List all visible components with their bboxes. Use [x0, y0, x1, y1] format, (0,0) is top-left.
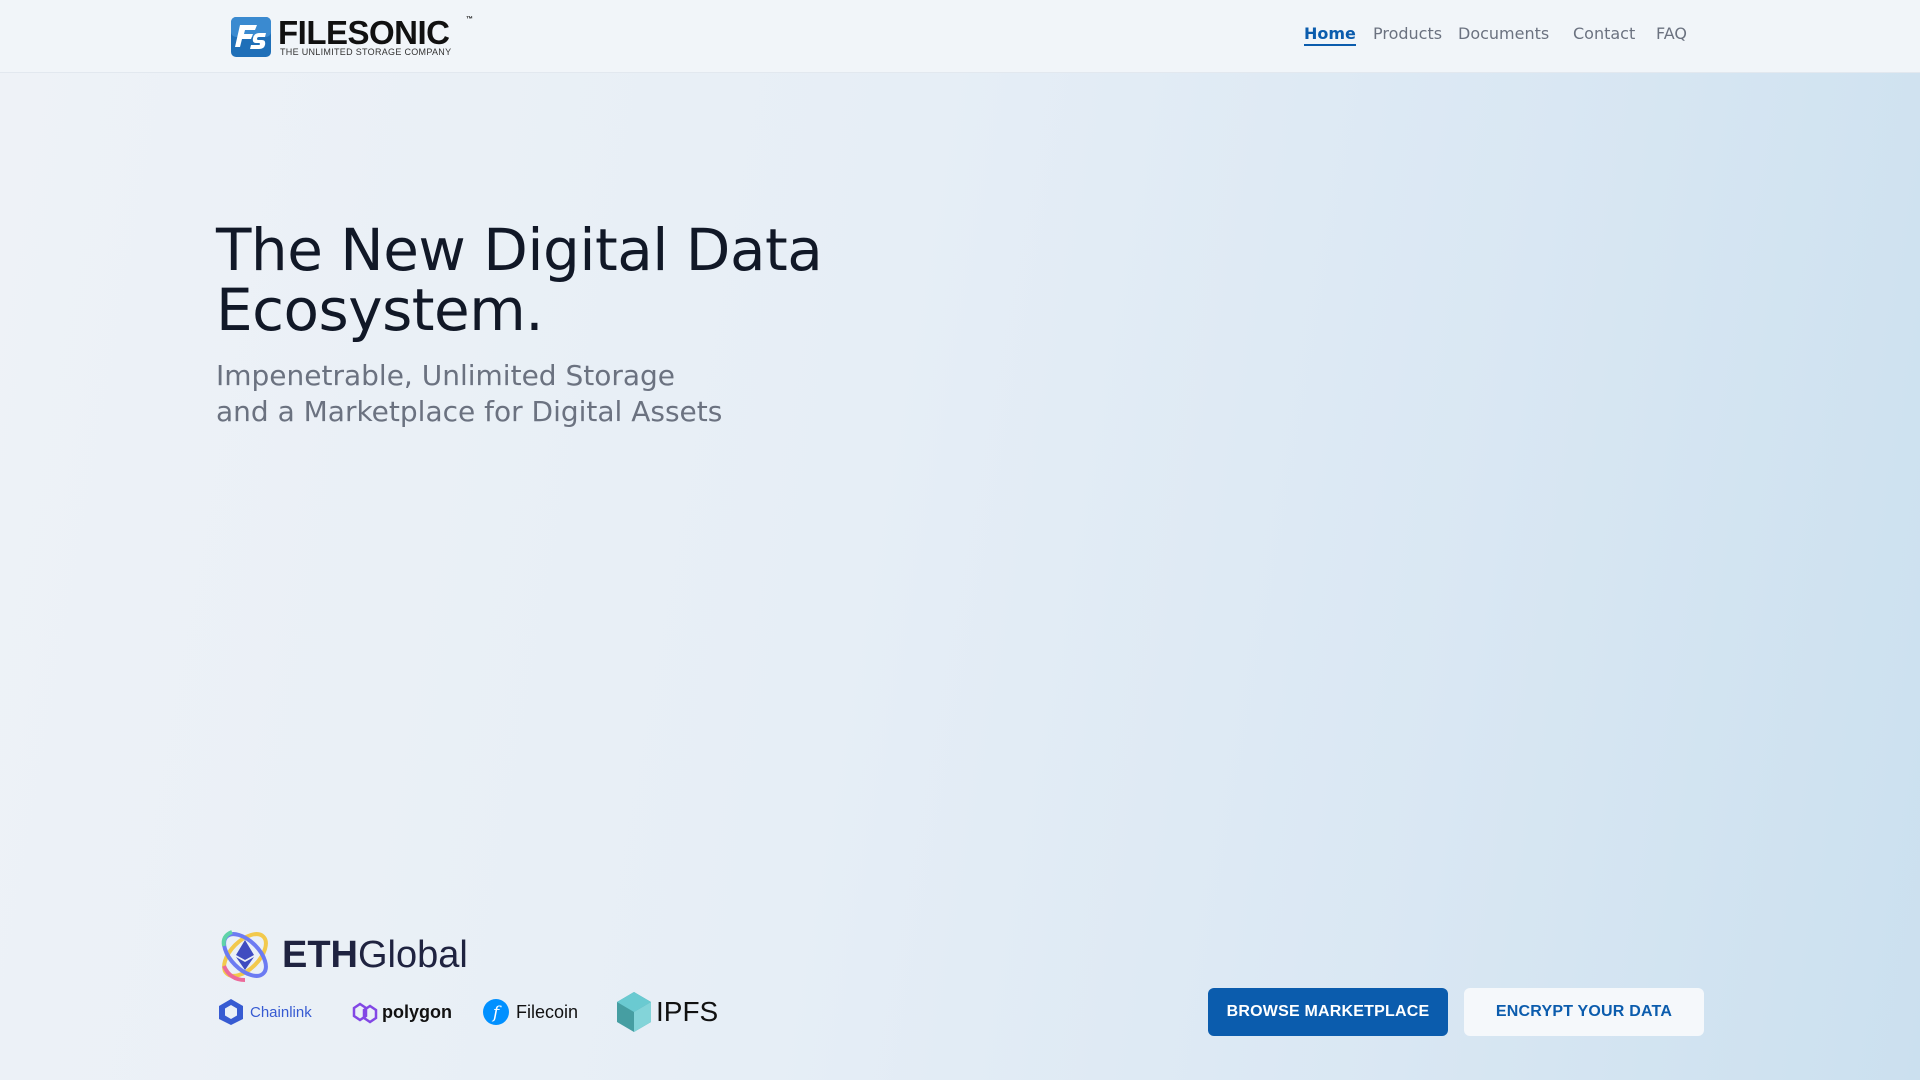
- filesonic-logo-icon: [231, 17, 271, 57]
- main-nav: Home Products Documents Contact FAQ: [1304, 24, 1704, 48]
- nav-products[interactable]: Products: [1373, 24, 1442, 43]
- chainlink-label: Chainlink: [250, 1004, 312, 1021]
- partner-logos: Chainlink polygon f Filecoin IPFS: [216, 990, 736, 1034]
- hero-subtitle-line1: Impenetrable, Unlimited Storage: [216, 359, 676, 392]
- partner-ipfs: IPFS: [616, 990, 726, 1034]
- chainlink-icon: [219, 999, 243, 1025]
- encrypt-your-data-button[interactable]: ENCRYPT YOUR DATA: [1464, 988, 1704, 1036]
- hero-subtitle: Impenetrable, Unlimited Storage and a Ma…: [216, 358, 916, 430]
- logo-trademark: ™: [466, 16, 473, 23]
- hero-title: The New Digital Data Ecosystem.: [216, 220, 916, 340]
- ethglobal-logo: ETHGlobal: [216, 926, 486, 986]
- hero-subtitle-line2: and a Marketplace for Digital Assets: [216, 395, 723, 428]
- nav-documents[interactable]: Documents: [1458, 24, 1549, 43]
- top-navbar: FILESONIC ™ THE UNLIMITED STORAGE COMPAN…: [0, 0, 1920, 73]
- logo-tagline: THE UNLIMITED STORAGE COMPANY: [280, 47, 452, 57]
- partner-chainlink: Chainlink: [216, 990, 316, 1034]
- partner-filecoin: f Filecoin: [482, 990, 582, 1034]
- partner-polygon: polygon: [350, 990, 452, 1034]
- filecoin-icon: f: [483, 999, 509, 1025]
- ethglobal-bold: ETH: [282, 934, 358, 976]
- nav-home[interactable]: Home: [1304, 24, 1356, 46]
- polygon-icon: [352, 1002, 378, 1024]
- hero-title-line2: Ecosystem.: [216, 276, 544, 344]
- hero-title-line1: The New Digital Data: [216, 216, 823, 284]
- ethglobal-icon: [221, 930, 268, 982]
- nav-contact[interactable]: Contact: [1573, 24, 1635, 43]
- filesonic-logo[interactable]: FILESONIC ™ THE UNLIMITED STORAGE COMPAN…: [230, 14, 480, 60]
- nav-faq[interactable]: FAQ: [1656, 24, 1687, 43]
- ethglobal-regular: Global: [358, 934, 468, 976]
- polygon-label: polygon: [382, 1002, 452, 1022]
- ethglobal-text: ETHGlobal: [282, 934, 468, 977]
- browse-marketplace-button[interactable]: BROWSE MARKETPLACE: [1208, 988, 1448, 1036]
- ipfs-icon: [617, 992, 651, 1032]
- ipfs-label: IPFS: [656, 996, 719, 1027]
- filecoin-label: Filecoin: [516, 1002, 579, 1022]
